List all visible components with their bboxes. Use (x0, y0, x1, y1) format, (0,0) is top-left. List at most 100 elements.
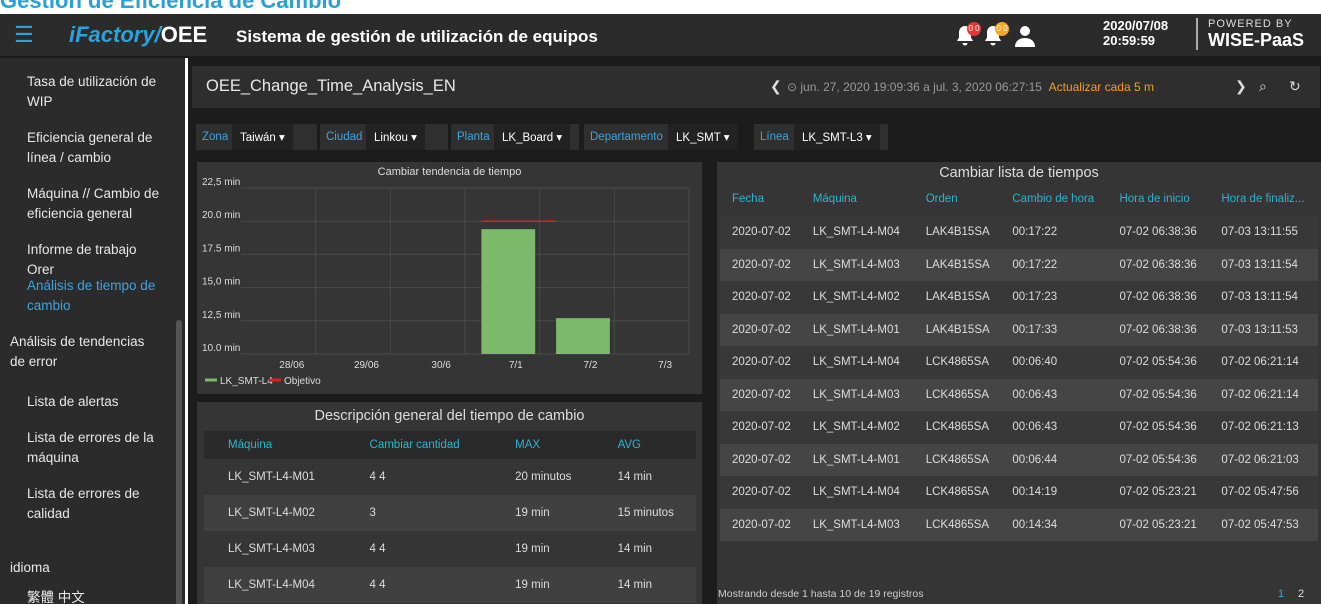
summary-col-avg[interactable]: AVG (593, 431, 696, 459)
language-option[interactable]: 繁體 中文 (27, 588, 167, 604)
table-cell: 07-03 13:11:54 (1209, 281, 1318, 314)
table-cell: LCK4865SA (913, 508, 1001, 541)
table-cell: LK_SMT-L4-M03 (800, 378, 914, 411)
table-cell: 00:14:34 (1000, 508, 1108, 541)
datetime: 2020/07/08 20:59:59 (1103, 18, 1168, 48)
table-cell: 00:06:43 (1000, 411, 1108, 444)
sidebar-item-alerts[interactable]: Lista de alertas (27, 392, 167, 412)
legend-label: LK_SMT-L4 (220, 376, 273, 387)
table-cell: 07-02 06:38:36 (1107, 216, 1210, 249)
y-tick-label: 12,5 min (202, 310, 240, 321)
filter-ciudad[interactable]: Ciudad Linkou ▾ (320, 124, 448, 150)
sidebar-item-work-report[interactable]: Informe de trabajo Orer (27, 240, 167, 280)
table-row[interactable]: 2020-07-02 LK_SMT-L4-M03 LAK4B15SA 00:17:22… (720, 248, 1318, 281)
dashboard-header: OEE_Change_Time_Analysis_EN ❮ ⊙ jun. 27,… (192, 66, 1320, 108)
table-cell: 07-02 06:38:36 (1107, 281, 1210, 314)
list-col-end[interactable]: Hora de finaliz... (1209, 182, 1318, 216)
sidebar-item-change-time[interactable]: Análisis de tiempo de cambio (27, 276, 167, 316)
notification-orange-button[interactable]: 0 0 (981, 22, 1009, 48)
sidebar-item-line-efficiency[interactable]: Eficiencia general de línea / cambio (27, 128, 167, 168)
table-cell: LK_SMT-L4-M03 (204, 531, 346, 567)
sidebar: Tasa de utilización de WIP Eficiencia ge… (0, 58, 185, 604)
user-icon[interactable] (1013, 24, 1037, 48)
page-1-link[interactable]: 1 (1278, 588, 1284, 600)
table-row[interactable]: LK_SMT-L4-M03 4 4 19 min 14 min (204, 531, 696, 567)
sidebar-item-quality-errors[interactable]: Lista de errores de calidad (27, 484, 167, 524)
list-col-start[interactable]: Hora de inicio (1107, 182, 1209, 216)
table-cell: 00:17:22 (1000, 248, 1108, 281)
summary-col-machine[interactable]: Máquina (204, 431, 346, 459)
table-row[interactable]: 2020-07-02 LK_SMT-L4-M02 LAK4B15SA 00:17:23… (720, 281, 1318, 314)
summary-col-max[interactable]: MAX (491, 431, 594, 459)
record-count: Mostrando desde 1 hasta 10 de 19 registr… (718, 588, 924, 600)
table-cell: 2020-07-02 (720, 476, 801, 509)
table-cell: LK_SMT-L4-M03 (800, 248, 914, 281)
table-row[interactable]: LK_SMT-L4-M02 3 19 min 15 minutos (204, 495, 696, 531)
page-2-link[interactable]: 2 (1298, 588, 1304, 600)
list-col-order[interactable]: Orden (914, 182, 1001, 216)
table-cell: 4 4 (345, 459, 492, 495)
list-col-date[interactable]: Fecha (720, 182, 801, 216)
sidebar-scrollbar[interactable] (176, 320, 182, 604)
table-row[interactable]: LK_SMT-L4-M04 4 4 19 min 14 min (204, 567, 696, 603)
table-row[interactable]: 2020-07-02 LK_SMT-L4-M01 LAK4B15SA 00:17:33… (720, 313, 1318, 346)
system-title: Sistema de gestión de utilización de equ… (236, 27, 598, 46)
refresh-interval[interactable]: Actualizar cada 5 m (1049, 80, 1154, 94)
table-cell: 00:17:22 (1000, 216, 1108, 249)
filter-value[interactable]: Taiwán ▾ (232, 124, 293, 150)
notification-red-button[interactable]: 0 0 (953, 22, 981, 48)
table-cell: LCK4865SA (913, 443, 1001, 476)
table-cell: 2020-07-02 (720, 346, 801, 379)
table-row[interactable]: 2020-07-02 LK_SMT-L4-M03 LCK4865SA 00:06:43… (720, 378, 1318, 411)
clock-icon: ⊙ (787, 80, 801, 94)
table-cell: LK_SMT-L4-M02 (204, 495, 346, 531)
sidebar-item-error-trends[interactable]: Análisis de tendencias de error (10, 332, 150, 372)
notification-orange-badge: 0 0 (995, 22, 1009, 36)
filter-label: Departamento (590, 131, 663, 143)
y-tick-label: 20.0 min (202, 210, 240, 221)
table-cell: LK_SMT-L4-M03 (800, 508, 914, 541)
table-cell: 19 min (491, 495, 594, 531)
sidebar-item-machine-errors[interactable]: Lista de errores de la máquina (27, 428, 167, 468)
table-row[interactable]: 2020-07-02 LK_SMT-L4-M04 LAK4B15SA 00:17:22… (720, 216, 1318, 249)
legend-label: Objetivo (284, 376, 321, 387)
table-row[interactable]: 2020-07-02 LK_SMT-L4-M01 LCK4865SA 00:06:44… (720, 443, 1318, 476)
filter-linea[interactable]: Línea LK_SMT-L3 ▾ (754, 124, 888, 150)
filter-value[interactable]: LK_Board ▾ (494, 124, 571, 150)
table-row[interactable]: LK_SMT-L4-M01 4 4 20 minutos 14 min (204, 459, 696, 495)
sidebar-item-machine-efficiency[interactable]: Máquina // Cambio de eficiencia general (27, 184, 167, 224)
time-range-text: jun. 27, 2020 19:09:36 a jul. 3, 2020 06… (800, 80, 1042, 94)
main-content: OEE_Change_Time_Analysis_EN ❮ ⊙ jun. 27,… (188, 58, 1321, 604)
filter-zona[interactable]: Zona Taiwán ▾ (196, 124, 317, 150)
table-cell: 2020-07-02 (720, 443, 801, 476)
table-cell: 07-02 06:38:36 (1107, 313, 1210, 346)
table-row[interactable]: 2020-07-02 LK_SMT-L4-M02 LCK4865SA 00:06:43… (720, 411, 1318, 444)
filter-departamento[interactable]: Departamento LK_SMT ▾ (584, 124, 738, 150)
table-row[interactable]: 2020-07-02 LK_SMT-L4-M03 LCK4865SA 00:14:34… (720, 508, 1318, 541)
y-tick-label: 22,5 min (202, 177, 240, 188)
filter-value[interactable]: LK_SMT ▾ (668, 124, 738, 150)
table-row[interactable]: 2020-07-02 LK_SMT-L4-M04 LCK4865SA 00:14:19… (720, 476, 1318, 509)
filter-value[interactable]: Linkou ▾ (366, 124, 425, 150)
table-cell: 4 4 (345, 531, 492, 567)
next-range-button[interactable]: ❯ (1235, 78, 1247, 95)
list-col-change-time[interactable]: Cambio de hora (1000, 182, 1107, 216)
table-cell: 00:06:43 (1000, 378, 1108, 411)
sidebar-item-wip[interactable]: Tasa de utilización de WIP (27, 72, 167, 112)
table-cell: 07-03 13:11:54 (1209, 248, 1318, 281)
list-col-machine[interactable]: Máquina (801, 182, 914, 216)
table-row[interactable]: 2020-07-02 LK_SMT-L4-M04 LCK4865SA 00:06:40… (720, 346, 1318, 379)
time-range[interactable]: ⊙ jun. 27, 2020 19:09:36 a jul. 3, 2020 … (787, 80, 1154, 94)
refresh-icon[interactable]: ↻ (1289, 78, 1301, 95)
filter-value[interactable]: LK_SMT-L3 ▾ (794, 124, 880, 150)
menu-icon[interactable]: ☰ (14, 24, 36, 46)
table-cell: 07-02 05:47:56 (1209, 476, 1318, 509)
table-cell: 19 min (491, 567, 594, 603)
summary-col-count[interactable]: Cambiar cantidad (345, 431, 492, 459)
table-cell: 14 min (593, 531, 696, 567)
filter-planta[interactable]: Planta LK_Board ▾ (451, 124, 579, 150)
filter-label: Línea (760, 131, 789, 143)
prev-range-button[interactable]: ❮ (770, 78, 782, 95)
zoom-out-icon[interactable]: ⌕ (1259, 78, 1267, 95)
filter-value-text: LK_SMT (676, 132, 721, 144)
